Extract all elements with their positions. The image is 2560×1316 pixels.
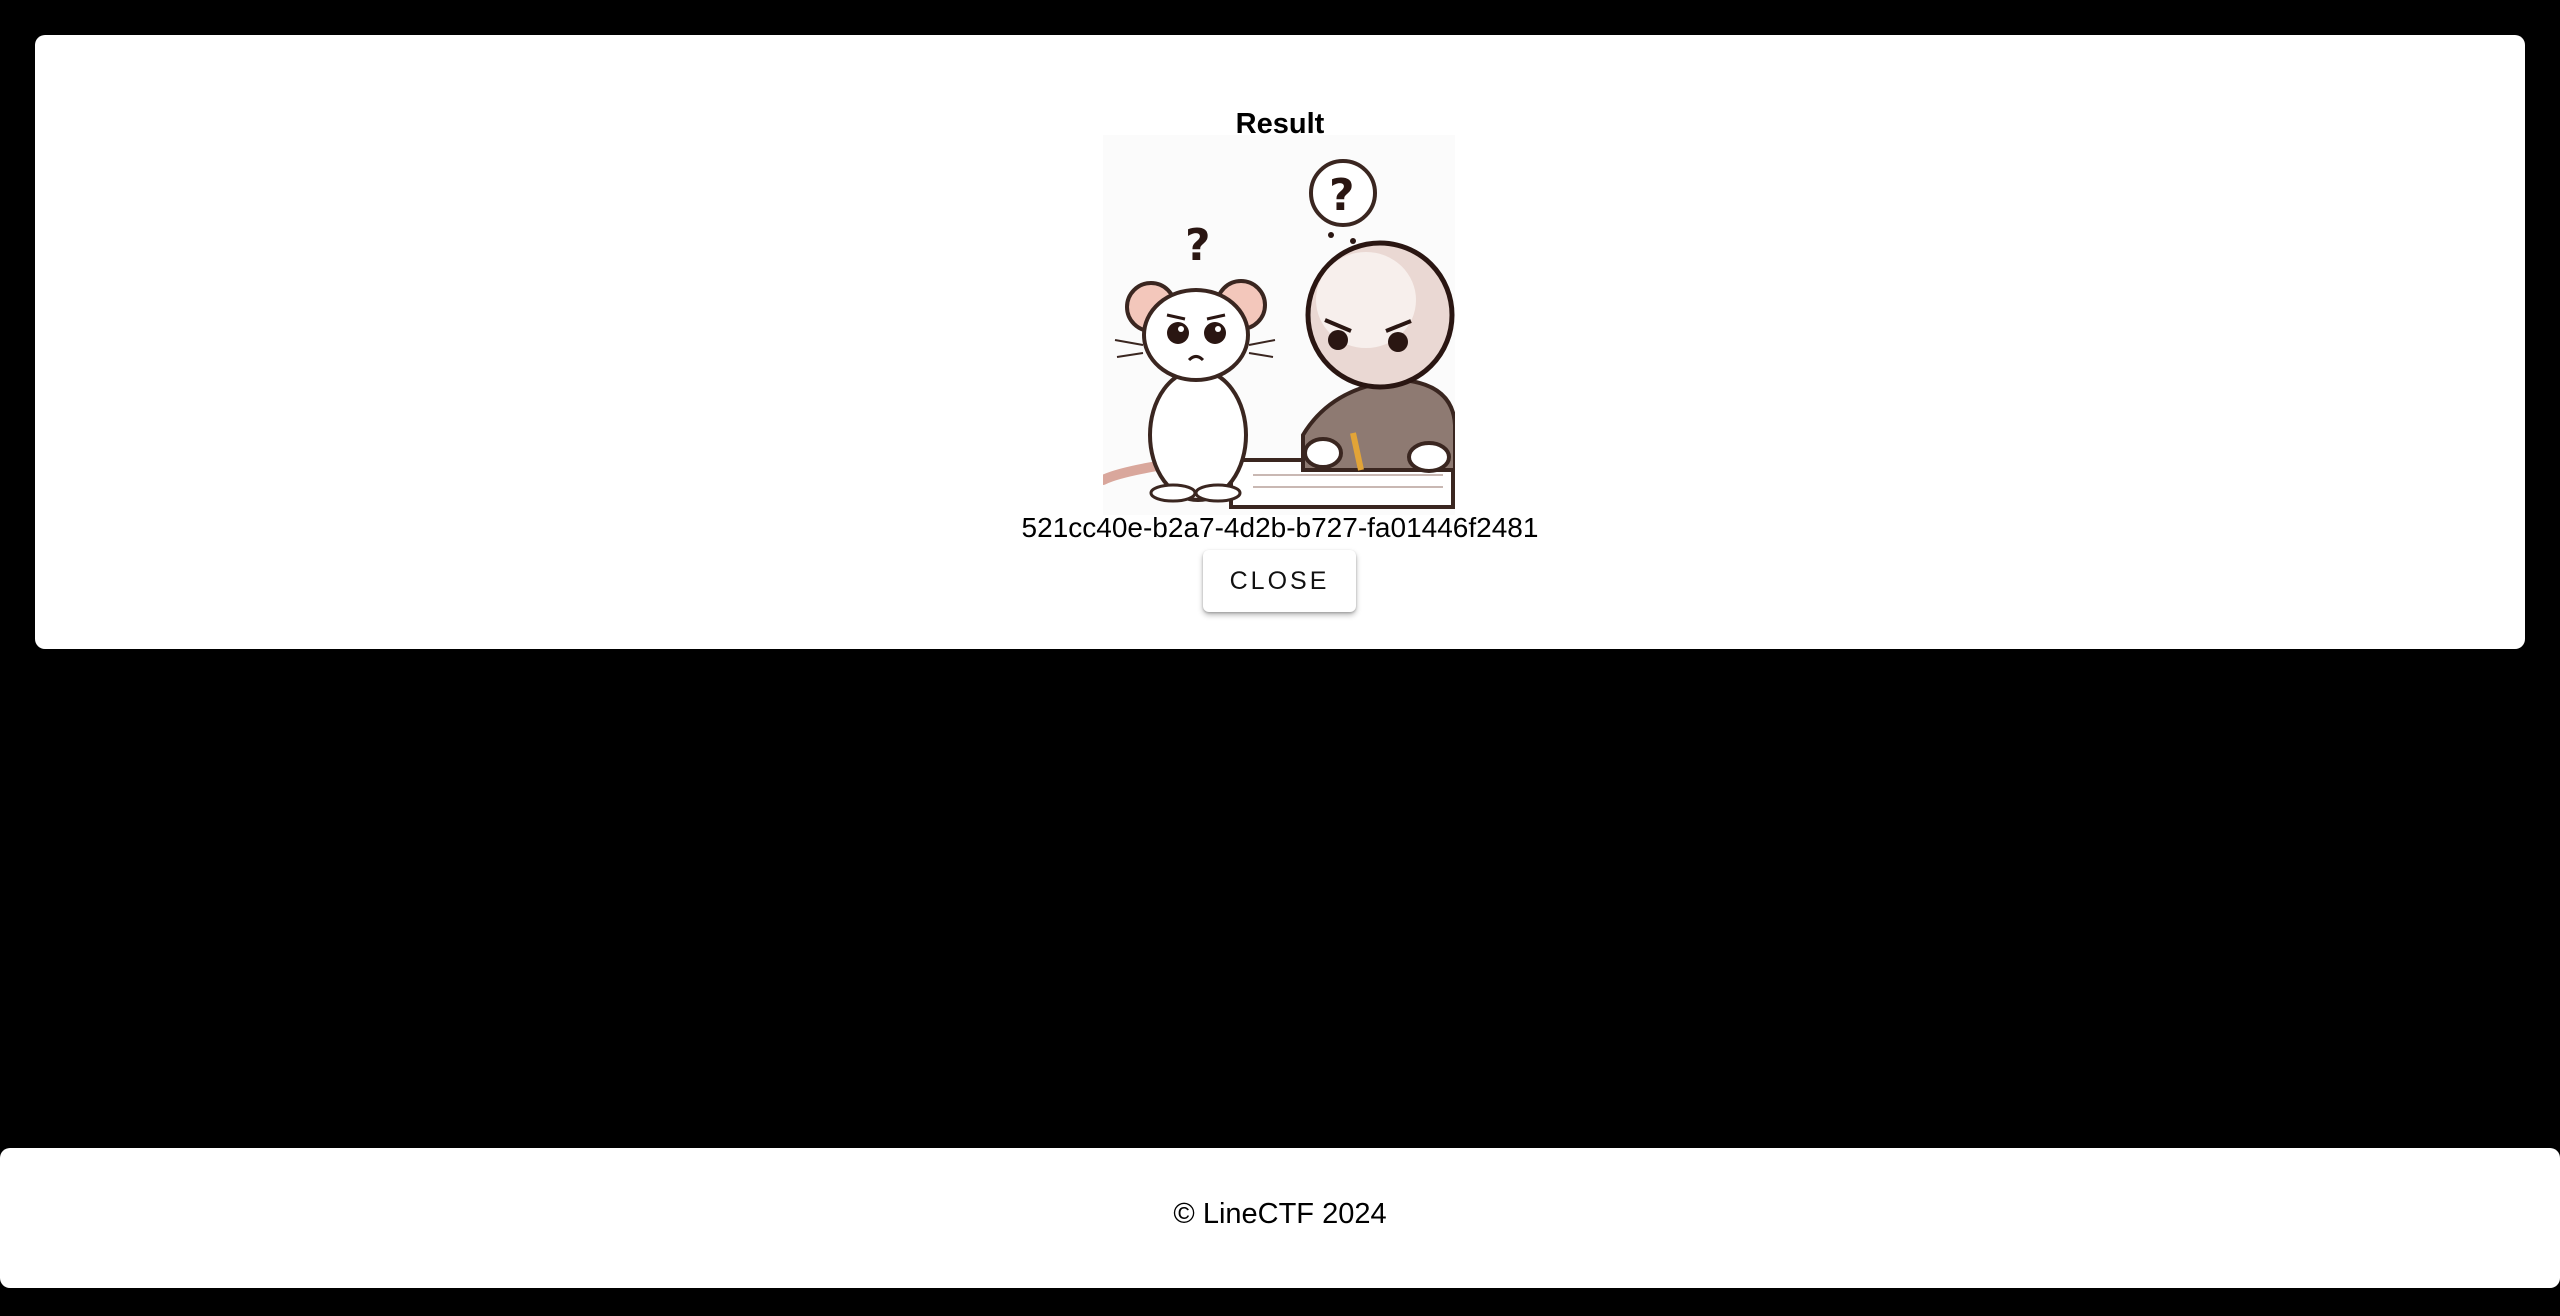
footer: © LineCTF 2024 [0, 1148, 2560, 1288]
confused-mouse-and-person-illustration: ? ? [1103, 135, 1455, 515]
result-card: Result ? ? 521cc40e-b2a7-4d2b-b727-fa014… [35, 35, 2525, 649]
mouse-question-mark: ? [1185, 220, 1211, 271]
footer-copyright: © LineCTF 2024 [1173, 1198, 1387, 1230]
person-question-mark: ? [1329, 170, 1355, 221]
close-button[interactable]: CLOSE [1203, 550, 1356, 612]
result-id-text: 521cc40e-b2a7-4d2b-b727-fa01446f2481 [1021, 512, 1539, 543]
